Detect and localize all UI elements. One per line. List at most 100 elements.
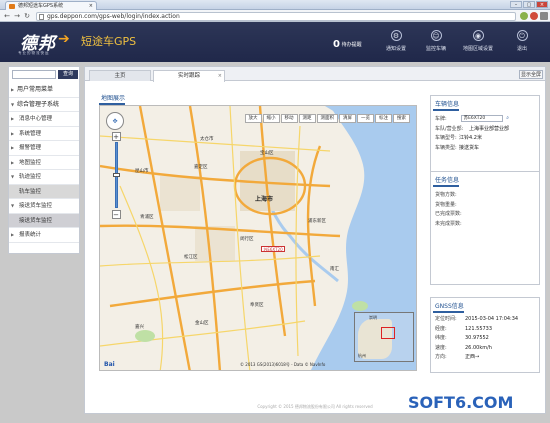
sidebar-item-map-monitor[interactable]: ▶ 地图监控	[9, 156, 79, 170]
header-logout[interactable]: ⏻ 退出	[502, 30, 542, 52]
sidebar-item-pickup-monitor-leaf[interactable]: 接送货车监控	[9, 213, 79, 228]
vehicle-info-panel: 车辆信息 车牌: 苏E6XT20 ⌕ 车队/营业部: 上海事业部营业部 车辆型号:…	[430, 95, 540, 177]
sidebar-item-label: 报表统计	[19, 232, 42, 238]
task-info-row: 已完成票数:	[435, 210, 539, 220]
header-monitor-vehicles[interactable]: ☺ 监控车辆	[416, 30, 456, 52]
map-zoom-out-button[interactable]: 缩小	[262, 114, 280, 123]
row-value: 上海事业部营业部	[469, 125, 510, 132]
close-tab-icon[interactable]: ×	[89, 2, 93, 10]
sidebar-item-messages[interactable]: ▶ 消息中心管理	[9, 112, 79, 127]
sidebar-item-alarms[interactable]: ▶ 报警管理	[9, 141, 79, 156]
forward-button[interactable]: →	[13, 12, 21, 20]
row-key: 已完成票数:	[435, 211, 462, 217]
zoom-slider[interactable]	[112, 142, 120, 208]
sidebar-item-vehicle-monitor[interactable]: 轨车监控	[9, 184, 79, 199]
map-measure-area-button[interactable]: 测面积	[316, 114, 338, 123]
task-info-row: 未完成票数:	[435, 220, 539, 230]
gnss-info-row: 纬度: 30.97552	[435, 334, 539, 344]
sidebar-item-track-monitor[interactable]: ▼ 轨迹监控	[9, 170, 79, 185]
map-toolbar: 放大 缩小 移动 测距 测面积 清屏 一览 标注 搜索	[244, 114, 410, 123]
minimap-viewport[interactable]	[381, 327, 395, 339]
extension-2-icon[interactable]	[530, 12, 538, 20]
map-zoom-in-button[interactable]: 放大	[244, 114, 262, 123]
close-window-button[interactable]: ×	[536, 1, 548, 8]
vehicle-info-title: 车辆信息	[433, 99, 460, 111]
map-move-button[interactable]: 移动	[280, 114, 298, 123]
chevron-right-icon: ▶	[11, 145, 15, 150]
pan-control-icon[interactable]: ✥	[106, 112, 124, 130]
chevron-down-icon: ▼	[11, 174, 15, 179]
map-clear-button[interactable]: 清屏	[339, 114, 356, 123]
app-header: 德邦 ➔ 专业的物流快运 短途车GPS 0 待办提醒 ⚙ 通知设置 ☺ 监控车辆…	[0, 22, 550, 62]
row-key: 未完成票数:	[435, 220, 462, 227]
map-label-baoshan: 宝山区	[260, 151, 274, 156]
map-panel-title: 地图展示	[99, 93, 126, 105]
row-key: 车牌:	[435, 116, 447, 122]
zoom-slider-handle[interactable]	[112, 173, 120, 177]
map-measure-distance-button[interactable]: 测距	[298, 114, 316, 123]
map-canvas[interactable]: 上海市 嘉定区 宝山区 青浦区 松江区 闵行区 浦东新区 奉贤区 金山区 南汇 …	[99, 105, 417, 371]
map-mark-button[interactable]: 标注	[375, 114, 392, 123]
tab-label: 主页	[114, 73, 126, 79]
plate-input[interactable]: 苏E6XT20	[460, 115, 503, 122]
fullscreen-button[interactable]: 显示全屏	[519, 70, 543, 79]
sidebar-item-pickup-monitor[interactable]: ▼ 接送货车监控	[9, 199, 79, 214]
browser-titlebar: 德邦短途车GPS系统 × – ▢ ×	[0, 0, 550, 10]
header-item-label: 监控车辆	[425, 46, 446, 52]
sidebar-item-reports[interactable]: ▶ 报表统计	[9, 228, 79, 243]
sidebar-item-subsystem[interactable]: ▼ 综合管理子系统	[9, 98, 79, 112]
browser-tab[interactable]: 德邦短途车GPS系统 ×	[5, 1, 97, 10]
sidebar-item-label: 综合管理子系统	[17, 100, 60, 108]
sidebar-item-system[interactable]: ▶ 系统管理	[9, 127, 79, 141]
map-attribution: © 2013 GS(2013)6018号 - Data © NavInfo	[240, 362, 326, 367]
menu-search-input[interactable]	[12, 70, 56, 79]
map-label-kunshan: 昆山市	[135, 169, 149, 174]
row-value: 2015-03-04 17:04:34	[465, 316, 519, 322]
row-value: 江铃4.2米	[459, 135, 482, 141]
tab-home[interactable]: 主页	[89, 70, 151, 81]
search-icon[interactable]: ⌕	[504, 115, 511, 122]
task-info-row: 货物方数:	[435, 191, 539, 201]
overview-minimap[interactable]: 杭州 崇明	[354, 312, 414, 362]
extension-icon[interactable]	[520, 12, 528, 20]
close-tab-icon[interactable]: ×	[218, 71, 222, 81]
zoom-in-button[interactable]: +	[111, 132, 121, 141]
power-icon: ⏻	[516, 30, 528, 41]
todo-notice[interactable]: 0 待办提醒	[333, 39, 362, 50]
chevron-right-icon: ▶	[11, 116, 15, 121]
tab-realtime[interactable]: 实时跟踪 ×	[153, 70, 225, 82]
sidebar-item-favorites[interactable]: ▶ 用户常用菜单	[9, 83, 79, 98]
row-key: 车队/营业部:	[435, 125, 464, 132]
window-controls: – ▢ ×	[510, 1, 548, 8]
map-label-shanghai: 上海市	[255, 196, 274, 203]
vehicle-marker[interactable]: 苏E6XT20	[261, 246, 285, 252]
sidebar-item-label: 接送货车监控	[19, 217, 53, 224]
menu-icon[interactable]	[540, 12, 548, 20]
header-item-label: 退出	[516, 46, 527, 52]
menu-search-button[interactable]: 查询	[58, 70, 78, 79]
back-button[interactable]: ←	[3, 12, 11, 20]
row-value: 26.00km/h	[465, 344, 492, 351]
notice-count: 0	[333, 39, 340, 50]
row-key: 货物重量:	[435, 201, 457, 208]
maximize-button[interactable]: ▢	[523, 1, 535, 8]
gnss-info-row: 速度: 26.00km/h	[435, 344, 539, 354]
reload-button[interactable]: ↻	[23, 12, 31, 20]
map-search-button[interactable]: 搜索	[393, 114, 410, 123]
content-frame: 主页 实时跟踪 × 显示全屏 地图展示 上海市 嘉定区 宝山区 青浦区 松江区 …	[84, 66, 546, 414]
header-map-area-settings[interactable]: ◉ 地图区域设置	[458, 30, 498, 52]
map-label-minhang: 闵行区	[240, 237, 254, 242]
minimize-button[interactable]: –	[510, 1, 522, 8]
address-bar[interactable]: gps.deppon.com/gps-web/login/index.actio…	[36, 12, 516, 21]
map-overview-button[interactable]: 一览	[357, 114, 374, 123]
map-label-taicang: 太仓市	[200, 137, 214, 142]
page-icon	[39, 14, 44, 20]
map-pin-icon: ◉	[472, 30, 484, 41]
tab-label: 实时跟踪	[177, 73, 200, 79]
zoom-out-button[interactable]: −	[111, 210, 121, 219]
browser-toolbar: ← → ↻ gps.deppon.com/gps-web/login/index…	[0, 10, 550, 22]
chevron-right-icon: ▶	[11, 130, 15, 136]
tab-title: 德邦短途车GPS系统	[18, 3, 64, 9]
header-notify-settings[interactable]: ⚙ 通知设置	[376, 30, 416, 52]
minimap-label-chongming: 崇明	[369, 315, 377, 320]
